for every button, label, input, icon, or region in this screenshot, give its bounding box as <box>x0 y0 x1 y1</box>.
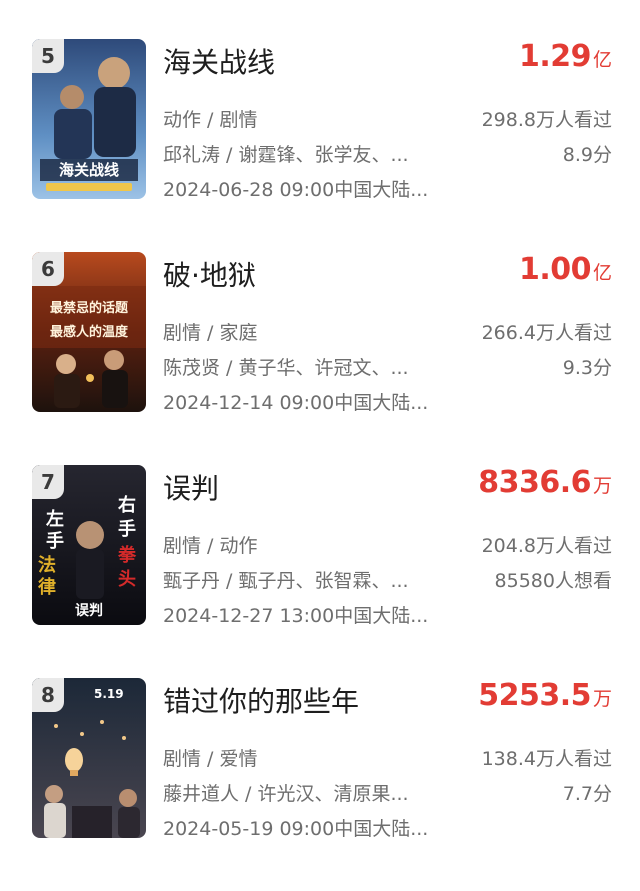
box-office-number: 8336.6 <box>478 465 591 500</box>
movie-title[interactable]: 错过你的那些年 <box>163 680 359 720</box>
movie-people: 邱礼涛 / 谢霆锋、张学友、... <box>163 144 409 166</box>
movie-score: 7.7分 <box>562 783 612 805</box>
movie-release: 2024-05-19 09:00中国大陆... <box>163 818 429 840</box>
movie-genre: 剧情 / 家庭 <box>163 322 258 344</box>
movie-title[interactable]: 海关战线 <box>163 41 275 81</box>
movie-poster[interactable]: 海关战线 5 <box>32 39 146 199</box>
movie-people: 陈茂贤 / 黄子华、许冠文、... <box>163 357 409 379</box>
box-office-unit: 亿 <box>592 49 612 71</box>
movie-title[interactable]: 破·地狱 <box>163 254 256 294</box>
list-item[interactable]: 5.19 8 错过你的那些年 5253.5 万 剧情 / 爱情 藤井道人 / 许光… <box>0 678 640 891</box>
svg-text:法: 法 <box>38 554 56 576</box>
box-office-amount: 1.00 亿 <box>519 252 612 287</box>
box-office-number: 5253.5 <box>478 678 591 713</box>
rank-badge: 8 <box>32 678 64 712</box>
svg-text:左: 左 <box>46 508 64 530</box>
svg-text:拳: 拳 <box>117 544 137 566</box>
movie-poster[interactable]: 左 手 法 律 右 手 拳 头 误判 7 <box>32 465 146 625</box>
box-office-unit: 万 <box>592 475 612 497</box>
rank-badge: 7 <box>32 465 64 499</box>
movie-score: 8.9分 <box>562 144 612 166</box>
movie-score: 9.3分 <box>562 357 612 379</box>
svg-text:律: 律 <box>38 576 56 598</box>
svg-text:误判: 误判 <box>75 602 103 619</box>
movie-release: 2024-06-28 09:00中国大陆... <box>163 179 429 201</box>
movie-genre: 剧情 / 爱情 <box>163 748 258 770</box>
movie-viewers: 298.8万人看过 <box>481 109 612 131</box>
box-office-number: 1.00 <box>518 252 592 287</box>
box-office-number: 1.29 <box>518 39 592 74</box>
movie-wants: 85580人想看 <box>494 570 612 592</box>
box-office-unit: 亿 <box>592 262 612 284</box>
movie-title[interactable]: 误判 <box>163 467 219 507</box>
movie-poster[interactable]: 最禁忌的话题 最感人的温度 6 <box>32 252 146 412</box>
svg-text:海关战线: 海关战线 <box>59 161 119 179</box>
svg-text:手: 手 <box>118 518 136 540</box>
movie-people: 藤井道人 / 许光汉、清原果... <box>163 783 409 805</box>
box-office-list: 海关战线 5 海关战线 1.29 亿 动作 / 剧情 邱礼涛 / 谢霆锋、张学友、… <box>0 0 640 869</box>
svg-text:头: 头 <box>118 569 136 590</box>
rank-badge: 5 <box>32 39 64 73</box>
list-item[interactable]: 最禁忌的话题 最感人的温度 6 破·地狱 1.00 亿 剧情 / 家庭 陈茂贤 /… <box>0 252 640 465</box>
list-item[interactable]: 左 手 法 律 右 手 拳 头 误判 7 误判 8336.6 万 剧情 / 动作 … <box>0 465 640 678</box>
rank-badge: 6 <box>32 252 64 286</box>
svg-text:手: 手 <box>46 530 64 552</box>
list-item[interactable]: 海关战线 5 海关战线 1.29 亿 动作 / 剧情 邱礼涛 / 谢霆锋、张学友、… <box>0 39 640 252</box>
svg-text:5.19: 5.19 <box>94 687 124 701</box>
box-office-amount: 1.29 亿 <box>519 39 612 74</box>
box-office-unit: 万 <box>592 688 612 710</box>
box-office-amount: 5253.5 万 <box>478 678 612 713</box>
movie-viewers: 138.4万人看过 <box>481 748 612 770</box>
movie-poster[interactable]: 5.19 8 <box>32 678 146 838</box>
movie-release: 2024-12-14 09:00中国大陆... <box>163 392 429 414</box>
box-office-amount: 8336.6 万 <box>478 465 612 500</box>
svg-text:最感人的温度: 最感人的温度 <box>50 324 129 340</box>
movie-people: 甄子丹 / 甄子丹、张智霖、... <box>163 570 409 592</box>
movie-viewers: 204.8万人看过 <box>481 535 612 557</box>
movie-release: 2024-12-27 13:00中国大陆... <box>163 605 429 627</box>
movie-viewers: 266.4万人看过 <box>481 322 612 344</box>
movie-genre: 剧情 / 动作 <box>163 535 258 557</box>
movie-genre: 动作 / 剧情 <box>163 109 258 131</box>
svg-text:右: 右 <box>118 494 136 516</box>
svg-text:最禁忌的话题: 最禁忌的话题 <box>50 300 129 316</box>
